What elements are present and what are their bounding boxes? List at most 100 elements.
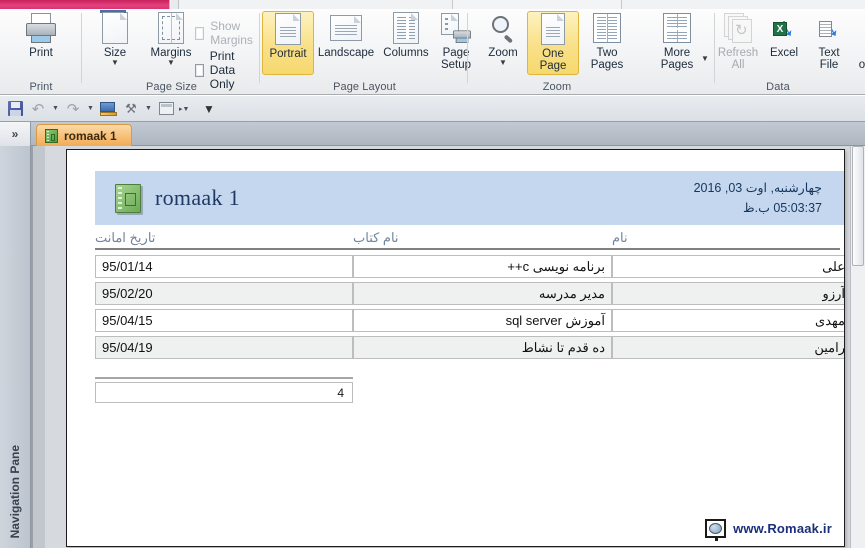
chevron-down-icon[interactable]: ▼ [111, 59, 119, 67]
export-excel-button-label: Excel [769, 47, 799, 59]
one-page-button[interactable]: One Page [527, 11, 579, 75]
report-icon [45, 128, 58, 143]
cell-loan-date: 95/02/20 [95, 282, 353, 305]
print-preview-button[interactable] [98, 99, 118, 119]
portrait-page-icon [275, 12, 301, 46]
export-pdf-xps-button-label: PDF or XPS [858, 59, 865, 71]
ribbon-group-page-layout: Portrait Landscape Columns Page Setup Pa… [261, 9, 471, 95]
ribbon-group-print: Print Print [0, 9, 82, 95]
cell-loan-date: 95/04/19 [95, 336, 353, 359]
navigation-pane-label: Navigation Pane [8, 444, 22, 538]
group-label-data: Data [766, 81, 790, 93]
print-button-label: Print [29, 47, 53, 59]
portrait-button[interactable]: Portrait [262, 11, 314, 75]
redo-button[interactable]: ↷ [63, 99, 83, 119]
cell-book-name: ده قدم تا نشاط [353, 336, 612, 359]
chevron-down-icon[interactable]: ▼ [86, 105, 95, 112]
chevron-down-icon[interactable]: ▼ [701, 55, 709, 63]
tab-romaak-1-label: romaak 1 [64, 128, 117, 143]
printer-icon [25, 11, 57, 45]
record-count-value: 4 [337, 385, 344, 400]
landscape-button-label: Landscape [317, 47, 375, 59]
navigation-pane[interactable]: Navigation Pane [0, 146, 31, 548]
export-excel-button[interactable]: ➘ X Excel [762, 11, 806, 75]
export-text-file-button-label: Text File [818, 47, 840, 71]
chevron-down-icon[interactable]: ▸▼ [179, 105, 189, 113]
col-name-header: نام [612, 230, 628, 245]
cell-name: رامین [612, 336, 844, 359]
watermark: www.Romaak.ir [705, 519, 832, 541]
show-margins-label: Show Margins [210, 19, 253, 47]
watermark-text: www.Romaak.ir [733, 521, 832, 536]
header-rule [95, 248, 840, 250]
tab-strip-inactive[interactable] [452, 0, 622, 9]
refresh-all-button-label: Refresh All [717, 47, 759, 71]
more-pages-button-label: More Pages [660, 47, 694, 71]
columns-button-label: Columns [383, 47, 429, 59]
export-text-file-button[interactable]: ➘ Text File [808, 11, 850, 75]
page-size-icon [100, 10, 128, 45]
save-button[interactable] [5, 99, 25, 119]
one-page-icon [541, 12, 565, 46]
two-pages-icon [593, 11, 621, 45]
group-separator [81, 13, 82, 83]
size-button[interactable]: Size ▼ [89, 10, 141, 75]
col-loan-date-header: تاریخ امانت [95, 230, 156, 245]
document-tab-bar: » romaak 1 [0, 122, 865, 146]
footer-rule [95, 377, 353, 379]
tools-icon[interactable]: ⚒ [121, 99, 141, 119]
chevron-down-icon[interactable]: ▼ [51, 105, 60, 112]
portrait-button-label: Portrait [269, 48, 307, 60]
show-margins-checkbox-row[interactable]: Show Margins [195, 19, 260, 47]
cell-name: مهدی [612, 309, 844, 332]
tab-print-preview[interactable] [0, 0, 170, 9]
group-separator [467, 13, 468, 83]
refresh-all-button: ↻ Refresh All [712, 11, 764, 75]
chevron-down-icon[interactable]: ▼ [144, 105, 153, 112]
undo-button[interactable]: ↶ [28, 99, 48, 119]
cell-book-name: برنامه نویسی c++ [353, 255, 612, 278]
group-label-page-layout: Page Layout [333, 81, 396, 93]
one-page-button-label: One Page [539, 48, 567, 72]
excel-export-icon: ➘ X [773, 11, 796, 45]
vertical-scrollbar[interactable] [850, 146, 865, 548]
zoom-button[interactable]: Zoom ▼ [477, 11, 529, 75]
table-row: 95/01/14 برنامه نویسی c++ علی [67, 253, 844, 280]
cell-name: آرزو [612, 282, 844, 305]
report-rows: 95/01/14 برنامه نویسی c++ علی 95/02/20 م… [67, 253, 844, 361]
show-margins-checkbox[interactable] [195, 26, 205, 40]
two-pages-button[interactable]: Two Pages [581, 11, 633, 75]
group-separator [259, 13, 260, 83]
landscape-button[interactable]: Landscape [315, 11, 377, 75]
col-book-name-header: نام کتاب [353, 230, 399, 245]
cell-book-name: آموزش sql server [353, 309, 612, 332]
globe-monitor-icon [705, 519, 727, 541]
print-button[interactable]: Print [15, 11, 67, 75]
expand-navigation-pane-button[interactable]: » [0, 122, 31, 146]
record-count-box: 4 [95, 382, 353, 403]
columns-button[interactable]: Columns [378, 11, 434, 75]
scrollbar-thumb[interactable] [852, 146, 864, 266]
customize-qat-button[interactable]: ▼ [199, 99, 219, 119]
chevron-right-double-icon: » [11, 127, 19, 141]
window-button[interactable] [156, 99, 176, 119]
margins-button[interactable]: Margins ▼ [145, 11, 197, 75]
refresh-icon: ↻ [724, 11, 752, 45]
report-icon [115, 183, 141, 213]
cell-loan-date: 95/01/14 [95, 255, 353, 278]
tab-romaak-1[interactable]: romaak 1 [36, 124, 132, 146]
chevron-down-icon[interactable]: ▼ [499, 59, 507, 67]
table-row: 95/04/19 ده قدم تا نشاط رامین [67, 334, 844, 361]
print-data-only-checkbox[interactable] [195, 63, 204, 77]
quick-access-toolbar: ↶ ▼ ↷ ▼ ⚒ ▼ ▸▼ ▼ [0, 96, 865, 122]
ribbon-group-page-size: Size ▼ Margins ▼ Show Margins Print Data… [83, 9, 260, 95]
text-file-export-icon: ➘ [819, 11, 841, 45]
more-pages-icon [663, 11, 691, 45]
access-print-preview-window: Print Print Size ▼ Margins ▼ Show Margin… [0, 0, 865, 548]
report-time: 05:03:37 ب.ظ [743, 201, 822, 215]
ribbon: Print Print Size ▼ Margins ▼ Show Margin… [0, 9, 865, 95]
report-date: چهارشنبه, اوت 03, 2016 [693, 181, 822, 195]
export-pdf-xps-button[interactable]: ➘ PDF or XPS [852, 11, 865, 75]
chevron-down-icon[interactable]: ▼ [167, 59, 175, 67]
more-pages-button[interactable]: More Pages [651, 11, 703, 75]
